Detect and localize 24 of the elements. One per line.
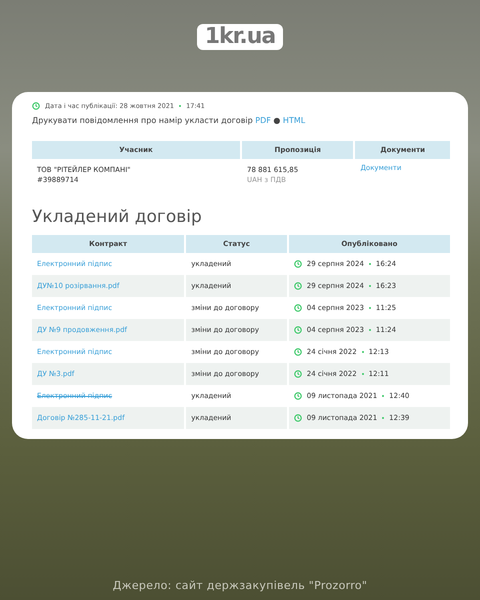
print-notice-text: Друкувати повідомлення про намір укласти договір PDF ● HTML <box>32 116 306 125</box>
separator-dot <box>382 417 384 419</box>
separator-dot <box>368 329 371 331</box>
clock-icon <box>294 348 302 356</box>
separator-dot <box>368 307 371 309</box>
clock-icon <box>294 260 302 268</box>
site-logo: 1kr.ua <box>196 24 284 50</box>
clock-icon <box>294 392 302 400</box>
section-title: Укладений договір <box>32 207 203 227</box>
separator-dot <box>179 105 182 107</box>
format-link[interactable]: PDF <box>255 116 271 125</box>
clock-icon <box>294 370 302 378</box>
clock-icon <box>294 282 302 290</box>
format-link[interactable]: HTML <box>282 116 306 125</box>
separator-dot <box>368 285 371 287</box>
clock-icon <box>294 414 302 422</box>
clock-icon <box>294 304 302 312</box>
clock-icon <box>32 102 40 110</box>
source-caption: Джерело: сайт держзакупівель "Prozorro" <box>112 579 368 592</box>
separator-dot <box>362 373 364 375</box>
separator-dot <box>382 395 384 397</box>
clock-icon <box>294 326 302 334</box>
separator-dot <box>368 263 371 265</box>
separator-dot <box>362 351 364 353</box>
